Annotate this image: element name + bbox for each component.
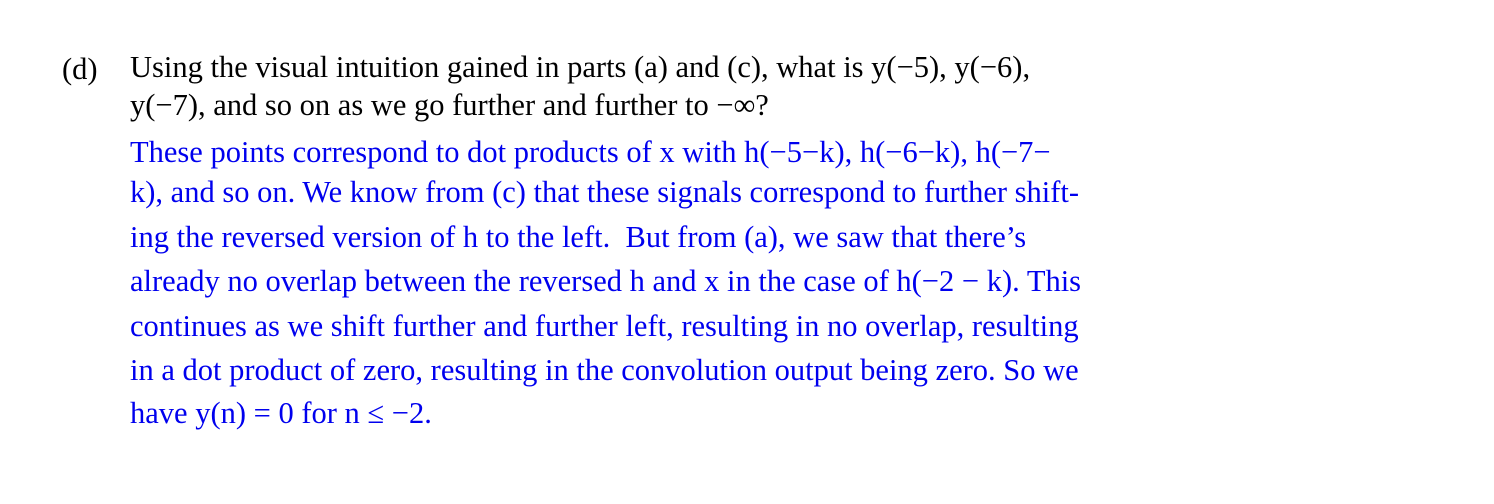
question-line: y(−7), and so on as we go further and fu… bbox=[130, 88, 769, 122]
answer-line: These points correspond to dot products … bbox=[130, 135, 1051, 169]
answer-line: k), and so on. We know from (c) that the… bbox=[130, 175, 1080, 209]
part-label: (d) bbox=[62, 52, 98, 86]
answer-line: in a dot product of zero, resulting in t… bbox=[130, 353, 1079, 387]
answer-line: already no overlap between the reversed … bbox=[130, 264, 1082, 298]
problem-part-d: (d) Using the visual intuition gained in… bbox=[0, 0, 1494, 504]
question-line: Using the visual intuition gained in par… bbox=[130, 50, 1031, 84]
answer-line: ing the reversed version of h to the lef… bbox=[130, 220, 1027, 254]
answer-line: continues as we shift further and furthe… bbox=[130, 309, 1079, 343]
answer-line: have y(n) = 0 for n ≤ −2. bbox=[130, 396, 432, 430]
